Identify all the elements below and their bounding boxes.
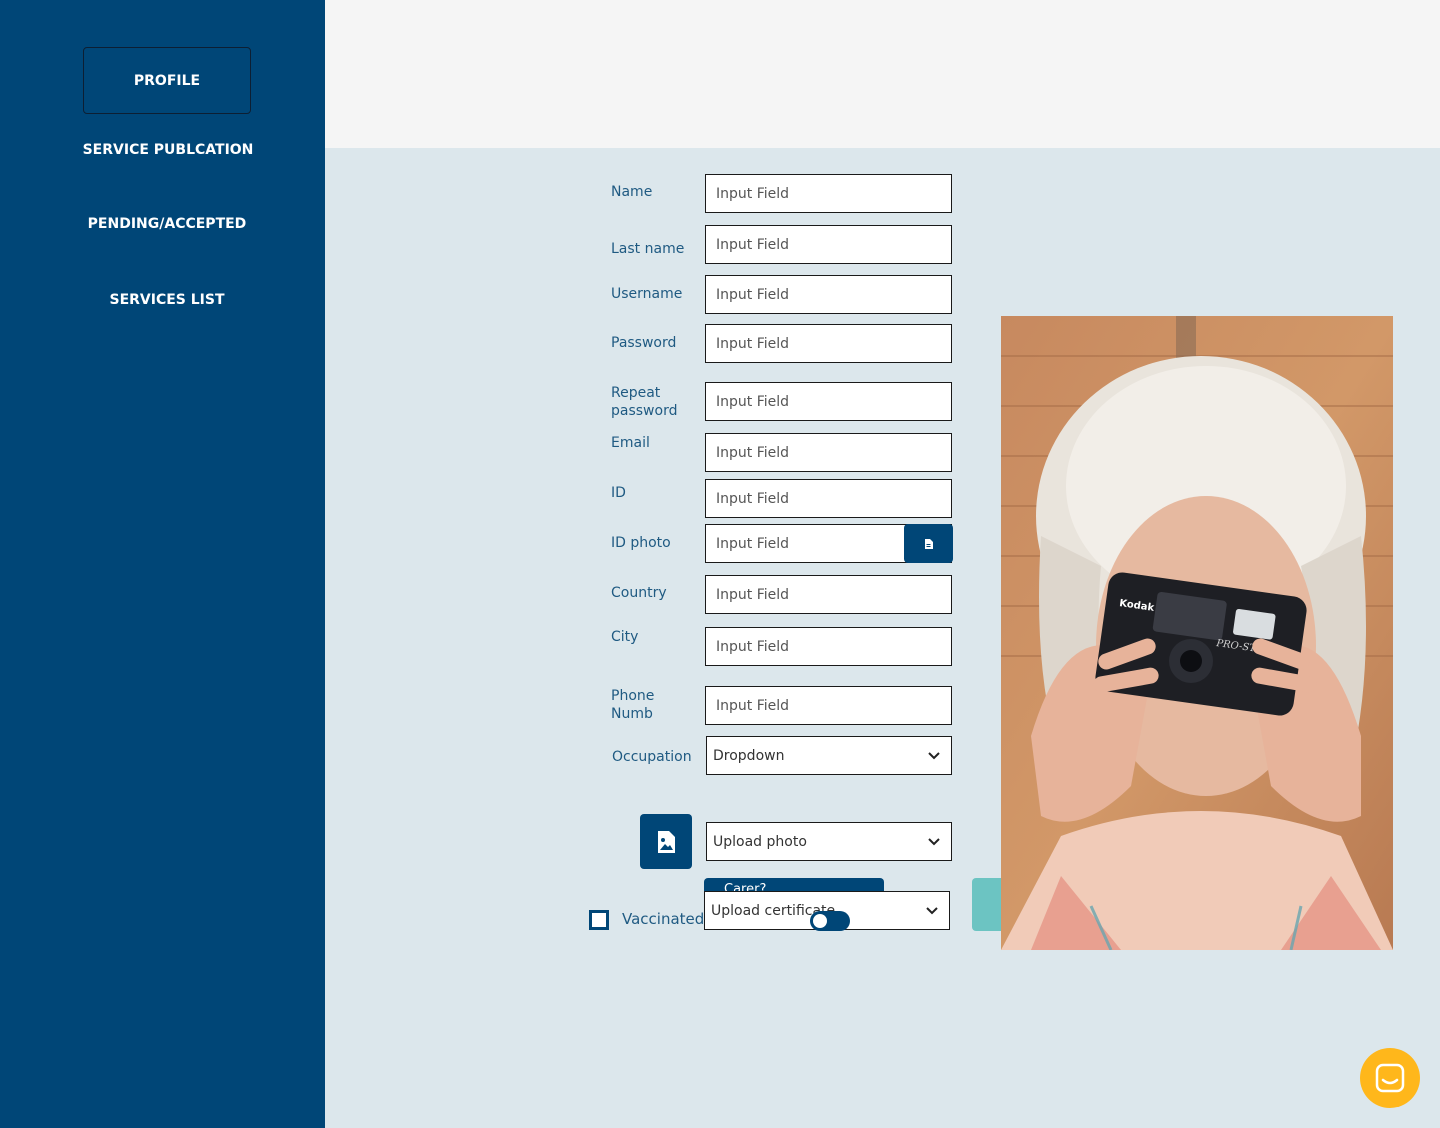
carer-toggle[interactable] [810, 911, 850, 931]
phone-input[interactable] [716, 697, 951, 714]
id-photo-label: ID photo [611, 535, 671, 551]
username-input[interactable] [716, 286, 951, 303]
file-icon [925, 538, 933, 549]
id-label: ID [611, 485, 626, 501]
phone-label-line1: Phone [611, 688, 655, 704]
country-field[interactable] [705, 575, 952, 614]
toggle-knob [813, 914, 827, 928]
top-bar [325, 0, 1440, 148]
vaccinated-checkbox[interactable] [589, 910, 609, 930]
sidebar-item-label: SERVICES LIST [109, 292, 225, 308]
phone-label-line2: Numb [611, 706, 653, 722]
country-input[interactable] [716, 586, 951, 603]
vaccinated-label: Vaccinated [622, 910, 705, 928]
chevron-down-icon [927, 835, 941, 849]
name-field[interactable] [705, 174, 952, 213]
country-label: Country [611, 585, 667, 601]
sidebar-item-label: PROFILE [133, 72, 201, 89]
last-name-field[interactable] [705, 225, 952, 264]
repeat-password-label: Repeat password [611, 384, 677, 420]
name-input[interactable] [716, 185, 951, 202]
chat-icon [1375, 1063, 1405, 1093]
chat-button[interactable] [1360, 1048, 1420, 1108]
last-name-input[interactable] [716, 236, 951, 253]
phone-field[interactable] [705, 686, 952, 725]
city-input[interactable] [716, 638, 951, 655]
city-label: City [611, 629, 639, 645]
sidebar-item-service-publication[interactable]: SERVICE PUBLCATION [0, 142, 336, 158]
repeat-password-field[interactable] [705, 382, 952, 421]
id-input[interactable] [716, 490, 951, 507]
city-field[interactable] [705, 627, 952, 666]
upload-photo-button[interactable] [640, 814, 692, 869]
email-label: Email [611, 435, 650, 451]
upload-photo-value: Upload photo [713, 833, 807, 850]
occupation-label: Occupation [612, 749, 692, 765]
email-field[interactable] [705, 433, 952, 472]
last-name-label: Last name [611, 241, 685, 257]
upload-photo-dropdown[interactable]: Upload photo [706, 822, 952, 861]
chevron-down-icon [925, 904, 939, 918]
sidebar-item-pending-accepted[interactable]: PENDING/ACCEPTED [0, 216, 334, 232]
sidebar-item-label: SERVICE PUBLCATION [82, 142, 254, 158]
sidebar-item-profile[interactable]: PROFILE [83, 47, 251, 114]
occupation-dropdown[interactable]: Dropdown [706, 736, 952, 775]
password-input[interactable] [716, 335, 951, 352]
id-field[interactable] [705, 479, 952, 518]
occupation-dropdown-value: Dropdown [713, 747, 785, 764]
repeat-password-input[interactable] [716, 393, 951, 410]
phone-label: Phone Numb [611, 687, 654, 723]
repeat-password-label-line2: password [611, 403, 678, 419]
image-file-icon [658, 830, 675, 853]
repeat-password-label-line1: Repeat [611, 385, 661, 401]
sidebar-item-services-list[interactable]: SERVICES LIST [0, 292, 334, 308]
username-field[interactable] [705, 275, 952, 314]
sidebar-item-label: PENDING/ACCEPTED [87, 216, 247, 232]
password-label: Password [611, 335, 677, 351]
username-label: Username [611, 286, 683, 302]
password-field[interactable] [705, 324, 952, 363]
name-label: Name [611, 184, 653, 200]
profile-photo: Kodak PRO-STAR [1001, 316, 1393, 950]
chevron-down-icon [927, 749, 941, 763]
sidebar: PROFILE SERVICE PUBLCATION PENDING/ACCEP… [0, 0, 325, 1128]
id-photo-upload-button[interactable] [904, 524, 953, 563]
email-input[interactable] [716, 444, 951, 461]
